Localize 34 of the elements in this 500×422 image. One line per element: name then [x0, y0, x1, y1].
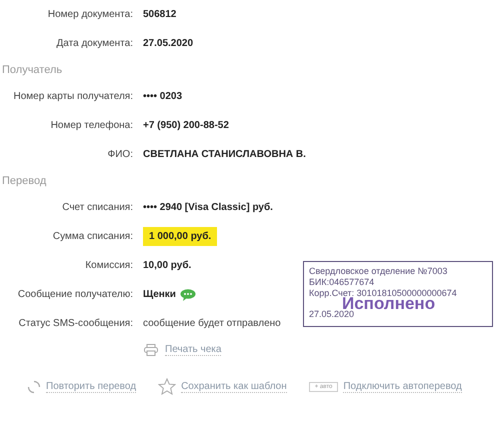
field-label: Сообщение получателю: — [16, 289, 133, 300]
field-value: 27.05.2020 — [143, 38, 194, 49]
speech-bubble-icon — [180, 288, 196, 300]
field-label: Счет списания: — [61, 202, 133, 213]
action-link[interactable]: Сохранить как шаблон — [181, 380, 287, 392]
stamp-text: Корр.Счет: 30101810500000000674 — [309, 288, 458, 298]
field-label: Номер карты получателя: — [12, 91, 133, 102]
field-value: +7 (950) 200-88-52 — [143, 120, 229, 131]
action-link[interactable]: Повторить перевод — [46, 380, 136, 392]
field-value: 506812 — [143, 9, 176, 20]
field-value: СВЕТЛАНА СТАНИСЛАВОВНА В. — [143, 149, 306, 160]
amount-highlight: 1 000,00 руб. — [143, 227, 218, 246]
refresh-icon — [27, 380, 41, 394]
field-value: •••• 0203 — [143, 91, 182, 102]
field-label: Номер документа: — [46, 9, 133, 20]
stamp-text: БИК:046577674 — [309, 277, 376, 288]
field-value: •••• 2940 [Visa Classic] руб. — [143, 202, 273, 213]
stamp-text: Свердловское отделение №7003 — [309, 266, 448, 277]
field-label: Комиссия: — [84, 260, 133, 271]
field-label: Сумма списания: — [52, 231, 133, 242]
print-receipt-link[interactable]: Печать чека — [165, 344, 222, 356]
field-value: 10,00 руб. — [143, 260, 192, 271]
field-value: Щенки — [143, 289, 176, 300]
section-title: Получатель — [1, 63, 64, 78]
field-label: ФИО: — [106, 149, 133, 160]
field-label: Номер телефона: — [50, 120, 133, 131]
printer-icon — [144, 344, 158, 356]
stamp-date: 27.05.2020 — [309, 309, 354, 320]
section-title: Перевод — [1, 174, 48, 189]
action-link[interactable]: Подключить автоперевод — [343, 380, 462, 392]
field-label: Статус SMS-сообщения: — [18, 318, 133, 329]
field-value: сообщение будет отправлено — [143, 318, 281, 329]
field-label: Дата документа: — [56, 38, 133, 49]
star-icon — [158, 378, 176, 395]
